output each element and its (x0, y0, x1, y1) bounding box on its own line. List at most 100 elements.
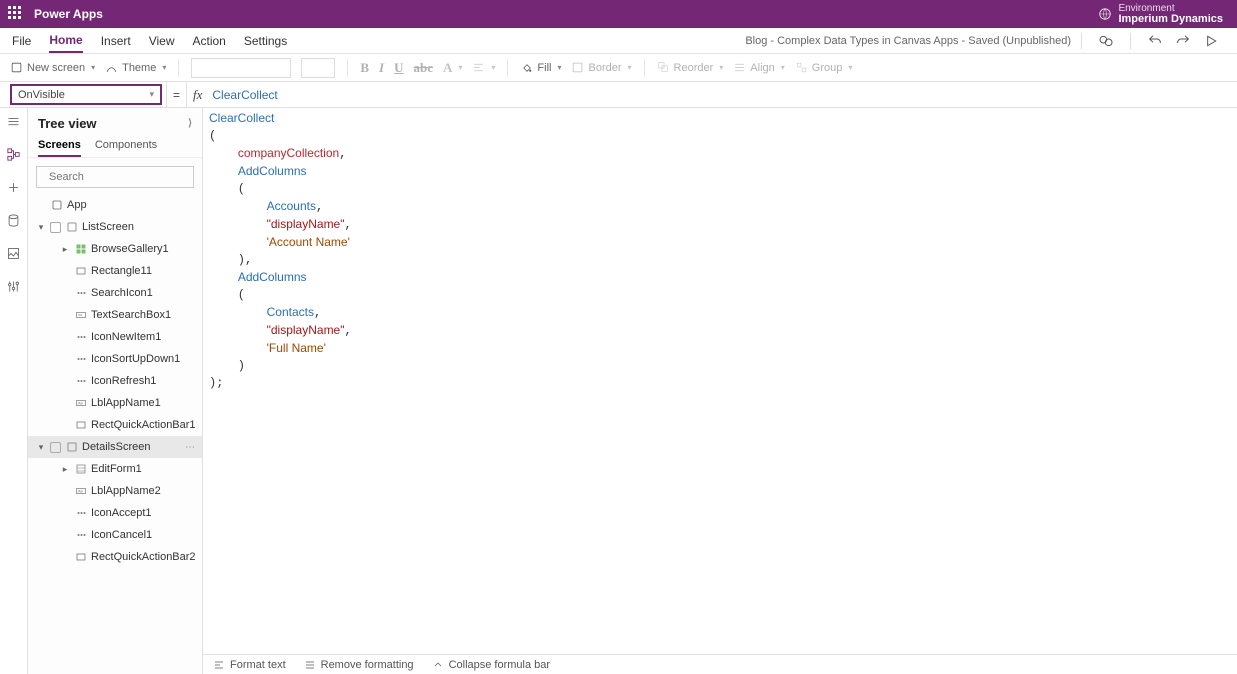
menu-view[interactable]: View (149, 30, 175, 52)
formula-bar-first-line[interactable]: ClearCollect (208, 88, 1237, 102)
tree-control-node[interactable]: ▸IconNewItem1 (28, 326, 202, 348)
tree-control-node[interactable]: ▸ BrowseGallery1 (28, 238, 202, 260)
media-icon[interactable] (6, 246, 21, 261)
ico-icon (74, 529, 87, 542)
tab-screens[interactable]: Screens (38, 135, 81, 157)
lbl-icon: Ab (74, 485, 87, 498)
text-align-button[interactable] (472, 61, 495, 74)
formula-code[interactable]: ClearCollect ( companyCollection, AddCol… (203, 108, 1237, 654)
border-button[interactable]: Border (571, 61, 631, 74)
tree-app-node[interactable]: ▸ App (28, 194, 202, 216)
tree-search[interactable] (36, 166, 194, 188)
tree-item-label: IconNewItem1 (91, 331, 161, 343)
chevron-right-icon[interactable]: ▸ (60, 244, 70, 255)
property-selector-value: OnVisible (18, 89, 65, 101)
play-icon[interactable] (1203, 33, 1219, 49)
tree-control-node[interactable]: ▸TextSearchBox1 (28, 304, 202, 326)
bold-button[interactable]: B (360, 60, 369, 76)
collapse-formula-bar-button[interactable]: Collapse formula bar (432, 659, 551, 671)
tree-item-label: RectQuickActionBar1 (91, 419, 196, 431)
left-rail (0, 108, 28, 674)
align-button[interactable]: Align (733, 61, 784, 74)
insert-icon[interactable] (6, 180, 21, 195)
property-selector[interactable]: OnVisible ▾ (10, 84, 162, 105)
font-select[interactable] (191, 58, 291, 78)
tree-control-node[interactable]: ▸RectQuickActionBar1 (28, 414, 202, 436)
tree-control-node[interactable]: ▸AbLblAppName2 (28, 480, 202, 502)
tree-control-node[interactable]: ▸RectQuickActionBar2 (28, 546, 202, 568)
chevron-down-icon[interactable]: ▾ (36, 222, 46, 233)
theme-button[interactable]: Theme (105, 61, 166, 74)
redo-icon[interactable] (1175, 33, 1191, 49)
screen-checkbox[interactable] (50, 222, 61, 233)
tree-item-label: Rectangle11 (91, 265, 152, 277)
hamburger-icon[interactable] (6, 114, 21, 129)
tree-item-label: DetailsScreen (82, 441, 150, 453)
tree-item-label: EditForm1 (91, 463, 142, 475)
ico-icon (74, 353, 87, 366)
tree-item-label: IconSortUpDown1 (91, 353, 180, 365)
app-checker-icon[interactable] (1098, 33, 1114, 49)
font-size-select[interactable] (301, 58, 335, 78)
tree-screen-node[interactable]: ▾ DetailsScreen ⋯ (28, 436, 202, 458)
screen-checkbox[interactable] (50, 442, 61, 453)
reorder-label: Reorder (674, 62, 714, 74)
collapse-icon[interactable]: ⟩ (188, 118, 192, 129)
tree-view-pane: Tree view ⟩ Screens Components ▸ App ▾Li… (28, 108, 203, 674)
menu-action[interactable]: Action (193, 30, 226, 52)
formula-editor: ClearCollect ( companyCollection, AddCol… (203, 108, 1237, 674)
new-screen-label: New screen (27, 62, 85, 74)
svg-text:Ab: Ab (78, 489, 84, 494)
rect-icon (74, 551, 87, 564)
tree-control-node[interactable]: ▸IconCancel1 (28, 524, 202, 546)
search-input[interactable] (49, 171, 191, 183)
group-button[interactable]: Group (795, 61, 853, 74)
waffle-icon[interactable] (8, 6, 24, 22)
environment-value: Imperium Dynamics (1118, 14, 1223, 25)
home-toolbar: New screen Theme B I U abc A Fill Border (0, 54, 1237, 82)
tree-control-node[interactable]: ▸AbLblAppName1 (28, 392, 202, 414)
menu-insert[interactable]: Insert (101, 30, 131, 52)
tree-view-icon[interactable] (6, 147, 21, 162)
group-label: Group (812, 62, 843, 74)
tab-components[interactable]: Components (95, 135, 157, 157)
new-screen-button[interactable]: New screen (10, 61, 95, 74)
advanced-tools-icon[interactable] (6, 279, 21, 294)
tree-item-label: IconRefresh1 (91, 375, 156, 387)
undo-icon[interactable] (1147, 33, 1163, 49)
app-header: Power Apps Environment Imperium Dynamics (0, 0, 1237, 28)
more-icon[interactable]: ⋯ (185, 442, 196, 453)
underline-button[interactable]: U (394, 60, 403, 76)
tree-control-node[interactable]: ▸IconRefresh1 (28, 370, 202, 392)
data-icon[interactable] (6, 213, 21, 228)
environment-block[interactable]: Environment Imperium Dynamics (1118, 3, 1223, 25)
rect-icon (74, 265, 87, 278)
tree-control-node[interactable]: ▸SearchIcon1 (28, 282, 202, 304)
tree-item-label: BrowseGallery1 (91, 243, 169, 255)
chevron-right-icon[interactable]: ▸ (60, 464, 70, 475)
strike-button[interactable]: abc (413, 60, 433, 76)
document-state: Blog - Complex Data Types in Canvas Apps… (745, 35, 1071, 47)
tree-item-label: RectQuickActionBar2 (91, 551, 196, 563)
tree-item-label: ListScreen (82, 221, 134, 233)
ico-icon (74, 375, 87, 388)
fill-button[interactable]: Fill (520, 61, 561, 74)
remove-formatting-button[interactable]: Remove formatting (304, 659, 414, 671)
tree-control-node[interactable]: ▸Rectangle11 (28, 260, 202, 282)
menu-home[interactable]: Home (49, 29, 82, 53)
tree-screen-node[interactable]: ▾ ListScreen (28, 216, 202, 238)
menu-settings[interactable]: Settings (244, 30, 287, 52)
chevron-down-icon[interactable]: ▾ (36, 442, 46, 453)
tree-control-node[interactable]: ▸IconAccept1 (28, 502, 202, 524)
reorder-button[interactable]: Reorder (657, 61, 724, 74)
italic-button[interactable]: I (379, 60, 384, 76)
tree-control-node[interactable]: ▸ EditForm1 (28, 458, 202, 480)
tree-control-node[interactable]: ▸IconSortUpDown1 (28, 348, 202, 370)
equals-label: = (166, 82, 186, 107)
font-color-button[interactable]: A (443, 60, 462, 76)
format-text-button[interactable]: Format text (213, 659, 286, 671)
environment-label: Environment (1118, 3, 1223, 14)
tree-item-label: IconAccept1 (91, 507, 152, 519)
svg-text:Ab: Ab (78, 401, 84, 406)
menu-file[interactable]: File (12, 30, 31, 52)
